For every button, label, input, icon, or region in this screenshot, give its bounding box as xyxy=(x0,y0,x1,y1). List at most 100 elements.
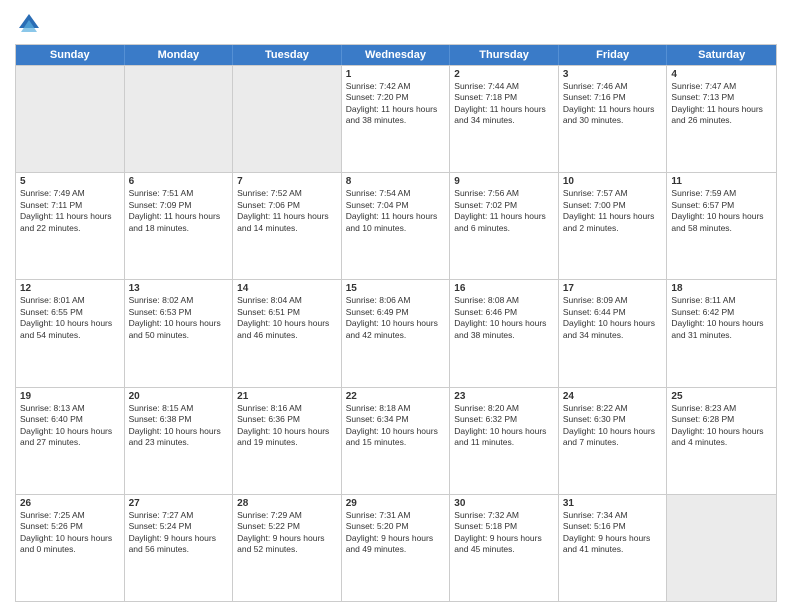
cell-info: Sunrise: 8:13 AM xyxy=(20,403,120,414)
cell-info: Daylight: 10 hours hours xyxy=(563,318,663,329)
cell-info: Sunrise: 8:20 AM xyxy=(454,403,554,414)
day-number: 23 xyxy=(454,391,554,402)
cell-info: Daylight: 11 hours hours xyxy=(346,211,446,222)
cell-info: and 30 minutes. xyxy=(563,115,663,126)
calendar-row-3: 19Sunrise: 8:13 AMSunset: 6:40 PM Dayligh… xyxy=(16,387,776,494)
calendar-cell: 1Sunrise: 7:42 AMSunset: 7:20 PMDaylight… xyxy=(342,66,451,172)
cell-info: Sunset: 6:46 PM xyxy=(454,307,554,318)
cell-info: Sunset: 6:53 PM xyxy=(129,307,229,318)
day-number: 19 xyxy=(20,391,120,402)
cell-info: Sunset: 6:30 PM xyxy=(563,414,663,425)
day-number: 5 xyxy=(20,176,120,187)
calendar-cell: 17Sunrise: 8:09 AMSunset: 6:44 PMDayligh… xyxy=(559,280,668,386)
calendar-cell xyxy=(667,495,776,601)
cell-info: and 23 minutes. xyxy=(129,437,229,448)
day-header-saturday: Saturday xyxy=(667,45,776,65)
cell-info: Daylight: 10 hours hours xyxy=(563,426,663,437)
cell-info: Sunset: 6:40 PM xyxy=(20,414,120,425)
cell-info: Daylight: 9 hours hours xyxy=(237,533,337,544)
cell-info: Daylight: 9 hours hours xyxy=(346,533,446,544)
calendar-body: 1Sunrise: 7:42 AMSunset: 7:20 PMDaylight… xyxy=(16,65,776,601)
day-number: 16 xyxy=(454,283,554,294)
cell-info: Daylight: 11 hours hours xyxy=(454,104,554,115)
cell-info: Sunrise: 8:18 AM xyxy=(346,403,446,414)
calendar-cell: 8Sunrise: 7:54 AMSunset: 7:04 PMDaylight… xyxy=(342,173,451,279)
cell-info: Daylight: 10 hours hours xyxy=(671,426,772,437)
cell-info: Sunset: 7:11 PM xyxy=(20,200,120,211)
cell-info: Daylight: 10 hours hours xyxy=(454,318,554,329)
cell-info: and 19 minutes. xyxy=(237,437,337,448)
cell-info: Sunrise: 7:42 AM xyxy=(346,81,446,92)
day-number: 25 xyxy=(671,391,772,402)
day-number: 3 xyxy=(563,69,663,80)
day-header-sunday: Sunday xyxy=(16,45,125,65)
calendar-row-1: 5Sunrise: 7:49 AMSunset: 7:11 PMDaylight… xyxy=(16,172,776,279)
cell-info: Sunrise: 7:34 AM xyxy=(563,510,663,521)
cell-info: Sunrise: 8:09 AM xyxy=(563,295,663,306)
cell-info: Sunrise: 8:01 AM xyxy=(20,295,120,306)
cell-info: Daylight: 11 hours hours xyxy=(237,211,337,222)
calendar-cell xyxy=(233,66,342,172)
calendar-cell: 13Sunrise: 8:02 AMSunset: 6:53 PMDayligh… xyxy=(125,280,234,386)
day-header-tuesday: Tuesday xyxy=(233,45,342,65)
day-number: 4 xyxy=(671,69,772,80)
cell-info: Sunset: 6:55 PM xyxy=(20,307,120,318)
cell-info: Sunrise: 7:47 AM xyxy=(671,81,772,92)
cell-info: Daylight: 11 hours hours xyxy=(563,211,663,222)
calendar-cell: 9Sunrise: 7:56 AMSunset: 7:02 PMDaylight… xyxy=(450,173,559,279)
calendar-cell xyxy=(16,66,125,172)
cell-info: Daylight: 11 hours hours xyxy=(454,211,554,222)
calendar-cell: 4Sunrise: 7:47 AMSunset: 7:13 PMDaylight… xyxy=(667,66,776,172)
cell-info: Sunrise: 8:06 AM xyxy=(346,295,446,306)
cell-info: and 2 minutes. xyxy=(563,223,663,234)
day-number: 24 xyxy=(563,391,663,402)
cell-info: and 27 minutes. xyxy=(20,437,120,448)
day-number: 31 xyxy=(563,498,663,509)
calendar-cell: 31Sunrise: 7:34 AMSunset: 5:16 PMDayligh… xyxy=(559,495,668,601)
cell-info: Sunset: 6:28 PM xyxy=(671,414,772,425)
day-number: 17 xyxy=(563,283,663,294)
cell-info: Sunrise: 8:16 AM xyxy=(237,403,337,414)
cell-info: Sunset: 6:38 PM xyxy=(129,414,229,425)
day-number: 9 xyxy=(454,176,554,187)
cell-info: Sunrise: 7:31 AM xyxy=(346,510,446,521)
calendar-cell: 10Sunrise: 7:57 AMSunset: 7:00 PMDayligh… xyxy=(559,173,668,279)
cell-info: Sunset: 5:18 PM xyxy=(454,521,554,532)
cell-info: Daylight: 10 hours hours xyxy=(129,318,229,329)
cell-info: Sunset: 6:51 PM xyxy=(237,307,337,318)
cell-info: Sunset: 6:57 PM xyxy=(671,200,772,211)
cell-info: Sunset: 5:20 PM xyxy=(346,521,446,532)
calendar-cell: 20Sunrise: 8:15 AMSunset: 6:38 PMDayligh… xyxy=(125,388,234,494)
cell-info: Sunset: 6:42 PM xyxy=(671,307,772,318)
calendar-cell: 16Sunrise: 8:08 AMSunset: 6:46 PMDayligh… xyxy=(450,280,559,386)
calendar-cell: 29Sunrise: 7:31 AMSunset: 5:20 PMDayligh… xyxy=(342,495,451,601)
cell-info: Sunset: 6:32 PM xyxy=(454,414,554,425)
cell-info: Sunrise: 8:15 AM xyxy=(129,403,229,414)
day-header-wednesday: Wednesday xyxy=(342,45,451,65)
cell-info: Daylight: 10 hours hours xyxy=(671,211,772,222)
cell-info: Daylight: 10 hours hours xyxy=(346,426,446,437)
cell-info: and 49 minutes. xyxy=(346,544,446,555)
calendar-cell: 21Sunrise: 8:16 AMSunset: 6:36 PMDayligh… xyxy=(233,388,342,494)
cell-info: and 26 minutes. xyxy=(671,115,772,126)
cell-info: Daylight: 9 hours hours xyxy=(129,533,229,544)
calendar-row-2: 12Sunrise: 8:01 AMSunset: 6:55 PMDayligh… xyxy=(16,279,776,386)
cell-info: and 41 minutes. xyxy=(563,544,663,555)
cell-info: Sunrise: 7:52 AM xyxy=(237,188,337,199)
day-number: 29 xyxy=(346,498,446,509)
cell-info: Sunrise: 7:29 AM xyxy=(237,510,337,521)
cell-info: and 34 minutes. xyxy=(563,330,663,341)
calendar-cell: 26Sunrise: 7:25 AMSunset: 5:26 PMDayligh… xyxy=(16,495,125,601)
cell-info: and 52 minutes. xyxy=(237,544,337,555)
calendar-cell: 2Sunrise: 7:44 AMSunset: 7:18 PMDaylight… xyxy=(450,66,559,172)
cell-info: Sunrise: 7:44 AM xyxy=(454,81,554,92)
cell-info: Daylight: 10 hours hours xyxy=(20,533,120,544)
day-number: 11 xyxy=(671,176,772,187)
cell-info: Daylight: 10 hours hours xyxy=(237,318,337,329)
calendar-cell: 25Sunrise: 8:23 AMSunset: 6:28 PMDayligh… xyxy=(667,388,776,494)
cell-info: Daylight: 10 hours hours xyxy=(454,426,554,437)
day-number: 28 xyxy=(237,498,337,509)
day-header-monday: Monday xyxy=(125,45,234,65)
logo xyxy=(15,10,47,38)
day-header-thursday: Thursday xyxy=(450,45,559,65)
